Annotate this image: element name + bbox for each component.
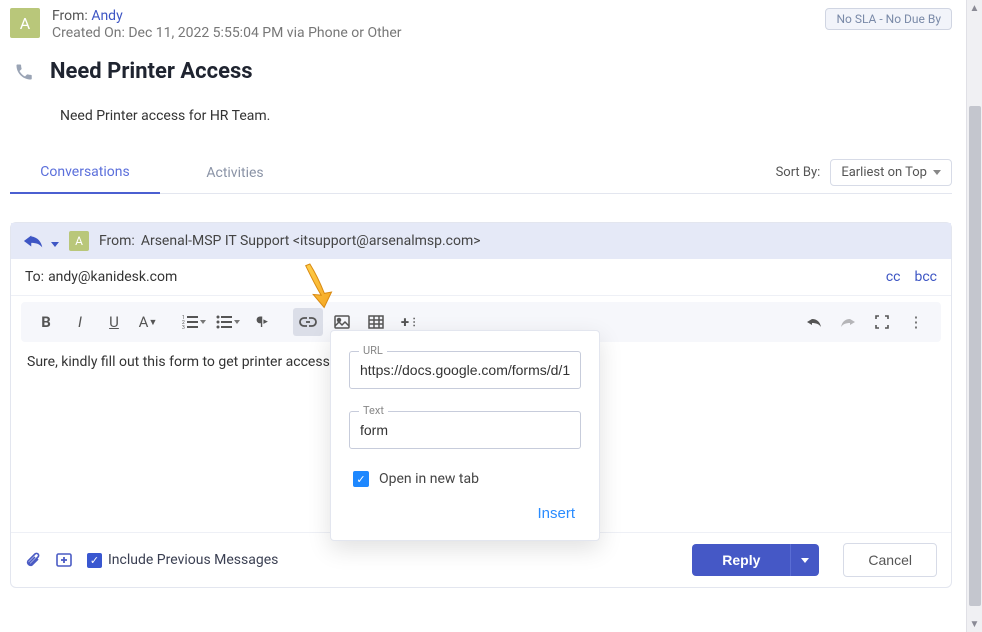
avatar: A [10,8,40,38]
from-label: From: [52,8,88,24]
to-label: To: [25,269,44,285]
from-line: From: Andy [52,8,813,24]
fullscreen-button[interactable] [867,308,897,336]
redo-button[interactable] [833,308,863,336]
compose-from-value: Arsenal-MSP IT Support <itsupport@arsena… [141,233,481,249]
compose-from-label: From: [99,233,135,249]
reply-icon[interactable] [23,233,45,249]
tab-conversations[interactable]: Conversations [10,152,160,194]
tab-activities[interactable]: Activities [160,153,310,193]
sla-badge: No SLA - No Due By [825,8,952,30]
underline-button[interactable]: U [99,308,129,336]
ticket-description: Need Printer access for HR Team. [60,108,952,124]
italic-button[interactable]: I [65,308,95,336]
checkbox-checked-icon: ✓ [87,553,102,568]
include-previous-label: Include Previous Messages [108,552,278,568]
ticket-title: Need Printer Access [50,59,253,84]
from-name[interactable]: Andy [91,8,122,24]
ordered-list-button[interactable]: 123 [179,308,209,336]
paragraph-button[interactable]: ¶▸ [247,308,277,336]
checkbox-checked-icon: ✓ [353,471,369,487]
sort-by-value: Earliest on Top [841,165,927,180]
scrollbar-thumb[interactable] [969,106,981,606]
phone-icon [14,62,34,82]
open-new-tab-label: Open in new tab [379,471,479,487]
scroll-down-icon[interactable]: ▼ [967,616,982,632]
chevron-down-icon [933,170,941,175]
svg-text:3: 3 [182,325,185,329]
sort-by-select[interactable]: Earliest on Top [830,159,952,186]
undo-button[interactable] [799,308,829,336]
canned-response-button[interactable] [55,551,73,569]
reply-button[interactable]: Reply [692,544,790,576]
attachment-button[interactable] [25,551,41,569]
font-button[interactable]: A▼ [133,308,163,336]
reply-dropdown-button[interactable] [790,544,819,576]
link-button[interactable] [293,308,323,336]
to-value[interactable]: andy@kanidesk.com [48,269,177,285]
annotation-arrow-icon [298,261,342,310]
compose-avatar: A [69,231,89,251]
more-options-button[interactable]: ⋮ [901,308,931,336]
text-field-label: Text [359,404,388,417]
editor-text: Sure, kindly fill out this form to get p… [27,354,334,370]
insert-link-popover: URL Text ✓ Open in new tab Insert [330,330,600,541]
created-on: Created On: Dec 11, 2022 5:55:04 PM via … [52,25,813,41]
unordered-list-button[interactable] [213,308,243,336]
sort-by-label: Sort By: [776,165,821,180]
open-new-tab-checkbox[interactable]: ✓ Open in new tab [353,471,581,487]
bold-button[interactable]: B [31,308,61,336]
reply-mode-dropdown[interactable] [51,242,59,247]
include-previous-checkbox[interactable]: ✓ Include Previous Messages [87,552,278,568]
scroll-up-icon[interactable]: ▲ [967,0,982,16]
insert-button[interactable]: Insert [531,501,581,526]
cc-button[interactable]: cc [886,269,901,285]
vertical-scrollbar[interactable]: ▲ ▼ [966,0,982,632]
cancel-button[interactable]: Cancel [843,543,937,577]
bcc-button[interactable]: bcc [914,269,937,285]
url-field-label: URL [359,344,387,357]
